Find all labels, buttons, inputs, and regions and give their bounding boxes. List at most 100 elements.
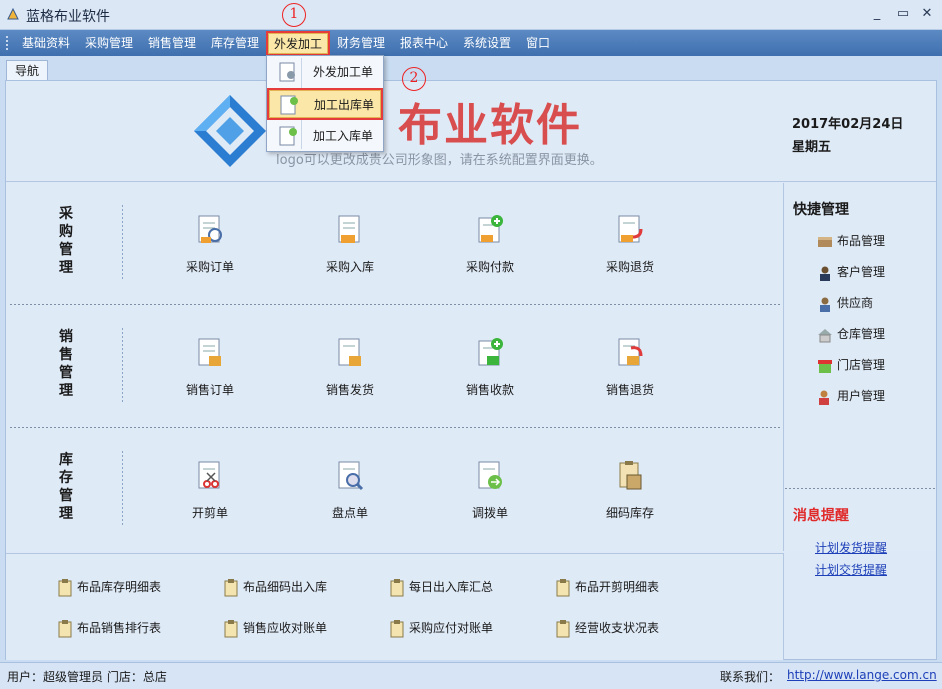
- menu-finance[interactable]: 财务管理: [331, 33, 391, 54]
- divider: [122, 328, 123, 402]
- tile-purchase-pay[interactable]: 采购付款: [450, 213, 530, 275]
- banner: 布业软件 logo可以更改成贵公司形象图，请在系统配置界面更换。 2017年02…: [6, 81, 936, 182]
- menu-outsourcing[interactable]: 外发加工: [266, 31, 330, 56]
- report-finance-status[interactable]: 经营收支状况表: [556, 619, 659, 638]
- message-title: 消息提醒: [793, 508, 849, 524]
- clipboard-icon: [58, 578, 72, 596]
- detail-stock-icon: [619, 461, 642, 490]
- workspace: 布业软件 logo可以更改成贵公司形象图，请在系统配置界面更换。 2017年02…: [5, 80, 937, 660]
- clipboard-icon: [556, 578, 570, 596]
- user-store-info: 用户：超级管理员 门店：总店: [7, 670, 167, 684]
- menu-grip: [6, 36, 9, 50]
- sales-order-icon: [198, 338, 221, 366]
- purchase-pay-icon: [478, 215, 503, 243]
- customer-icon: [820, 266, 830, 281]
- app-icon: [7, 7, 19, 20]
- report-detail-io[interactable]: 布品细码出入库: [224, 578, 327, 597]
- tile-sales-ship[interactable]: 销售发货: [310, 336, 390, 398]
- menu-settings[interactable]: 系统设置: [457, 33, 517, 54]
- quick-supplier[interactable]: 供应商: [817, 294, 873, 312]
- menu-purchase[interactable]: 采购管理: [79, 33, 139, 54]
- quick-title: 快捷管理: [793, 202, 849, 218]
- section-purchase: 采购管理 采购订单 采购入库 采购付款 采购退货: [10, 183, 780, 305]
- report-payable[interactable]: 采购应付对账单: [390, 619, 493, 638]
- annotation-1: 1: [282, 3, 306, 27]
- section-title: 销售管理: [59, 329, 73, 399]
- sales-receipt-icon: [478, 338, 503, 366]
- window-title: 蓝格布业软件: [26, 9, 110, 25]
- section-title: 采购管理: [59, 206, 73, 276]
- tile-sales-return[interactable]: 销售退货: [590, 336, 670, 398]
- menu-outsource-order[interactable]: 外发加工单: [269, 58, 381, 86]
- menu-basic-data[interactable]: 基础资料: [16, 33, 76, 54]
- quick-warehouse[interactable]: 仓库管理: [817, 325, 885, 343]
- tile-transfer[interactable]: 调拨单: [450, 459, 530, 521]
- section-sales: 销售管理 销售订单 销售发货 销售收款 销售退货: [10, 306, 780, 428]
- restore-button[interactable]: ▭: [892, 4, 914, 24]
- divider: [122, 205, 123, 279]
- user-icon: [819, 390, 829, 405]
- tile-purchase-return[interactable]: 采购退货: [590, 213, 670, 275]
- doc-gear-icon: [279, 62, 295, 82]
- quick-user[interactable]: 用户管理: [817, 387, 885, 405]
- section-inventory: 库存管理 开剪单 盘点单 调拨单 细码库存: [10, 429, 780, 551]
- report-stock-detail[interactable]: 布品库存明细表: [58, 578, 161, 597]
- purchase-order-icon: [198, 215, 222, 243]
- website-link[interactable]: http://www.lange.com.cn: [787, 668, 937, 682]
- tile-purchase-order[interactable]: 采购订单: [170, 213, 250, 275]
- title-bar: 蓝格布业软件 _ ▭ ✕: [0, 0, 942, 30]
- supplier-icon: [820, 297, 830, 312]
- report-cut-detail[interactable]: 布品开剪明细表: [556, 578, 659, 597]
- menu-window[interactable]: 窗口: [520, 33, 556, 54]
- quick-fabric[interactable]: 布品管理: [817, 232, 885, 250]
- tile-inventory-check[interactable]: 盘点单: [310, 459, 390, 521]
- sales-ship-icon: [338, 338, 361, 366]
- purchase-return-icon: [618, 215, 643, 243]
- inventory-check-icon: [338, 461, 364, 491]
- warehouse-icon: [818, 328, 832, 342]
- logo-text: 布业软件: [398, 100, 582, 151]
- report-receivable[interactable]: 销售应收对账单: [224, 619, 327, 638]
- main-panel: 采购管理 采购订单 采购入库 采购付款 采购退货 销 售 管 理 销售订单 销售…: [6, 183, 784, 551]
- doc-in-icon: [279, 126, 297, 146]
- outsourcing-dropdown: 外发加工单 加工出库单 加工入库单: [266, 55, 384, 152]
- report-sales-rank[interactable]: 布品销售排行表: [58, 619, 161, 638]
- tile-detail-stock[interactable]: 细码库存: [590, 459, 670, 521]
- clipboard-icon: [390, 578, 404, 596]
- purchase-in-icon: [338, 215, 360, 243]
- menu-process-out[interactable]: 加工出库单: [267, 88, 383, 120]
- clipboard-icon: [390, 619, 404, 637]
- tab-navigation[interactable]: 导航: [6, 60, 48, 81]
- report-panel: 布品库存明细表 布品细码出入库 每日出入库汇总 布品开剪明细表 布品销售排行表 …: [6, 553, 784, 660]
- menu-sales[interactable]: 销售管理: [142, 33, 202, 54]
- link-ship-reminder[interactable]: 计划发货提醒: [815, 539, 887, 556]
- status-bar: 用户：超级管理员 门店：总店 联系我们： http://www.lange.co…: [0, 662, 942, 689]
- link-delivery-reminder[interactable]: 计划交货提醒: [815, 561, 887, 578]
- current-date: 2017年02月24日: [792, 117, 904, 132]
- current-weekday: 星期五: [792, 140, 832, 155]
- quick-separator: [785, 488, 936, 489]
- clipboard-icon: [556, 619, 570, 637]
- quick-panel: 快捷管理 布品管理 客户管理 供应商 仓库管理 门店管理 用户管理 消息提醒 计…: [785, 183, 936, 555]
- tile-purchase-in[interactable]: 采购入库: [310, 213, 390, 275]
- menu-process-in[interactable]: 加工入库单: [269, 122, 381, 150]
- transfer-icon: [478, 461, 502, 489]
- clipboard-icon: [224, 578, 238, 596]
- cut-order-icon: [198, 461, 220, 489]
- tile-sales-receipt[interactable]: 销售收款: [450, 336, 530, 398]
- close-button[interactable]: ✕: [916, 4, 938, 24]
- quick-store[interactable]: 门店管理: [817, 356, 885, 374]
- menu-inventory[interactable]: 库存管理: [205, 33, 265, 54]
- minimize-button[interactable]: _: [866, 4, 888, 24]
- tile-sales-order[interactable]: 销售订单: [170, 336, 250, 398]
- tile-cut-order[interactable]: 开剪单: [170, 459, 250, 521]
- report-daily-summary[interactable]: 每日出入库汇总: [390, 578, 493, 597]
- store-icon: [818, 359, 832, 373]
- menu-reports[interactable]: 报表中心: [394, 33, 454, 54]
- quick-customer[interactable]: 客户管理: [817, 263, 885, 281]
- clipboard-icon: [58, 619, 72, 637]
- clipboard-icon: [224, 619, 238, 637]
- sales-return-icon: [618, 338, 643, 366]
- logo-icon: [194, 95, 266, 167]
- divider: [122, 451, 123, 525]
